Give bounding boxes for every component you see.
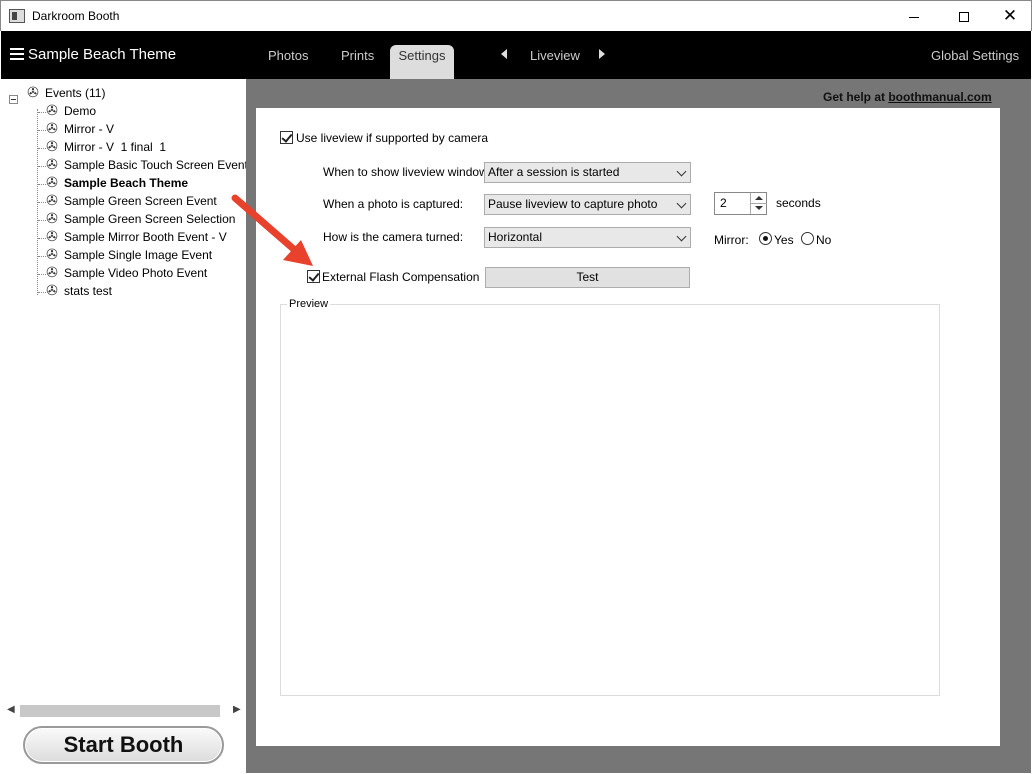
tree-item-label: Sample Basic Touch Screen Event [64,158,248,172]
preview-label: Preview [287,298,331,310]
when-show-label: When to show liveview window: [323,165,492,179]
scroll-right-icon[interactable]: ▶ [233,704,241,715]
seconds-stepper[interactable]: 2 [714,192,767,215]
annotation-arrow-icon [231,194,313,266]
window-titlebar: Darkroom Booth ✕ [0,0,1032,31]
tab-settings[interactable]: Settings [390,45,454,79]
tree-item-beach-theme[interactable]: ✇ Sample Beach Theme [1,175,246,193]
current-event-title: Sample Beach Theme [28,46,177,63]
tree-item-video-photo[interactable]: ✇ Sample Video Photo Event [1,265,246,283]
film-reel-icon: ✇ [46,157,58,173]
film-reel-icon: ✇ [46,121,58,137]
film-reel-icon: ✇ [46,139,58,155]
film-reel-icon: ✇ [46,229,58,245]
when-show-select[interactable]: After a session is started [484,162,691,183]
tree-item-label: Sample Single Image Event [64,248,213,262]
tree-item-label: Sample Green Screen Event [64,194,217,208]
window-title: Darkroom Booth [32,9,120,23]
tree-item-label: Sample Beach Theme [64,176,189,190]
tab-next-arrow-icon[interactable] [599,49,605,59]
seconds-value: 2 [720,196,727,210]
scroll-left-icon[interactable]: ◀ [7,704,15,715]
tree-item-label: Sample Video Photo Event [64,266,208,280]
chevron-down-icon [676,198,687,209]
close-icon: ✕ [1002,6,1018,26]
top-navigation-bar: Sample Beach Theme Photos Prints Setting… [1,31,1031,79]
tree-root-events[interactable]: ✇ Events (11) [1,85,246,103]
film-reel-icon: ✇ [46,103,58,119]
film-reel-icon: ✇ [46,193,58,209]
help-prefix: Get help at [823,90,889,104]
maximize-button[interactable] [941,1,987,31]
tree-item-mirror-booth[interactable]: ✇ Sample Mirror Booth Event - V [1,229,246,247]
tree-item-label: stats test [64,284,113,298]
tree-root-label: Events (11) [45,86,106,100]
when-captured-select[interactable]: Pause liveview to capture photo [484,194,691,215]
test-button[interactable]: Test [485,267,690,288]
tree-item-demo[interactable]: ✇ Demo [1,103,246,121]
use-liveview-checkbox[interactable] [280,131,293,144]
camera-turned-select[interactable]: Horizontal [484,227,691,248]
global-settings-link[interactable]: Global Settings [931,48,1019,63]
film-reel-icon: ✇ [27,85,39,101]
mirror-label: Mirror: [714,233,749,247]
liveview-settings-card: Use liveview if supported by camera When… [256,108,1000,746]
tree-item-single-image[interactable]: ✇ Sample Single Image Event [1,247,246,265]
film-reel-icon: ✇ [46,283,58,299]
tab-photos[interactable]: Photos [268,48,308,63]
tree-item-green-screen-selection[interactable]: ✇ Sample Green Screen Selection [1,211,246,229]
app-icon [9,9,25,23]
maximize-icon [959,12,969,23]
mirror-no-radio[interactable] [801,232,814,245]
tab-prev-arrow-icon[interactable] [501,49,507,59]
preview-box [280,304,940,696]
start-booth-button[interactable]: Start Booth [23,726,224,764]
hamburger-menu-icon[interactable] [10,48,24,60]
mirror-yes-radio[interactable] [759,232,772,245]
events-panel: ✇ Events (11) ✇ Demo ✇ Mirror - V ✇ Mirr… [1,79,248,773]
tab-prints[interactable]: Prints [341,48,374,63]
external-flash-label: External Flash Compensation [322,270,480,284]
when-show-value: After a session is started [488,165,620,179]
mirror-yes-label: Yes [774,233,794,247]
tree-item-label: Mirror - V 1 final 1 [64,140,167,154]
chevron-down-icon [676,166,687,177]
seconds-label: seconds [776,196,821,210]
when-captured-value: Pause liveview to capture photo [488,197,658,211]
tab-liveview[interactable]: Liveview [530,48,580,63]
tree-item-stats-test[interactable]: ✇ stats test [1,283,246,301]
tree-item-label: Sample Mirror Booth Event - V [64,230,227,244]
mirror-no-label: No [816,233,832,247]
close-button[interactable]: ✕ [987,1,1032,31]
film-reel-icon: ✇ [46,265,58,281]
film-reel-icon: ✇ [46,247,58,263]
scrollbar-thumb[interactable] [20,705,220,717]
stepper-up-icon[interactable] [755,196,763,200]
stepper-down-icon[interactable] [755,206,763,210]
chevron-down-icon [676,231,687,242]
settings-area: Get help at boothmanual.com Use liveview… [246,79,1031,773]
minimize-icon [909,16,919,18]
minimize-button[interactable] [891,1,937,31]
camera-turned-label: How is the camera turned: [323,230,464,244]
tree-item-basic-touch[interactable]: ✇ Sample Basic Touch Screen Event [1,157,248,175]
tree-item-mirror-v[interactable]: ✇ Mirror - V [1,121,246,139]
tree-item-label: Sample Green Screen Selection [64,212,236,226]
tree-item-mirror-v-final[interactable]: ✇ Mirror - V 1 final 1 [1,139,246,157]
tree-item-label: Mirror - V [64,122,114,136]
film-reel-icon: ✇ [46,175,58,191]
tree-horizontal-scrollbar[interactable]: ◀ ▶ [4,703,244,719]
when-captured-label: When a photo is captured: [323,197,464,211]
help-link[interactable]: boothmanual.com [888,90,991,104]
help-text: Get help at boothmanual.com [823,90,992,104]
use-liveview-label: Use liveview if supported by camera [296,131,489,145]
camera-turned-value: Horizontal [488,230,543,244]
tree-item-label: Demo [64,104,97,118]
tree-item-green-screen-event[interactable]: ✇ Sample Green Screen Event [1,193,246,211]
film-reel-icon: ✇ [46,211,58,227]
